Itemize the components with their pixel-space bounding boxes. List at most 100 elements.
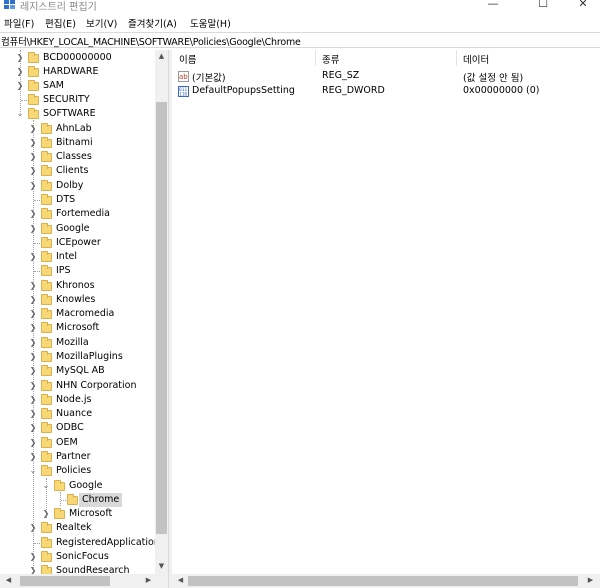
- scroll-left-icon[interactable]: ◀: [174, 576, 187, 584]
- tree-item-fortemedia[interactable]: ❯ Fortemedia: [0, 207, 160, 221]
- tree-item-clients[interactable]: ❯ Clients: [0, 164, 160, 178]
- tree-item-icepower[interactable]: ICEpower: [0, 236, 160, 250]
- chevron-right-icon[interactable]: ❯: [29, 336, 37, 350]
- scroll-left-icon[interactable]: ◀: [2, 576, 15, 584]
- chevron-right-icon[interactable]: ❯: [29, 450, 37, 464]
- tree-item-microsoft[interactable]: ❯ Microsoft: [0, 321, 160, 335]
- tree-item-odbc[interactable]: ❯ ODBC: [0, 421, 160, 435]
- tree-item-policies-google[interactable]: ⌄ Google: [0, 479, 160, 493]
- tree-item-label: NHN Corporation: [56, 380, 137, 391]
- chevron-right-icon[interactable]: ❯: [29, 150, 37, 164]
- chevron-right-icon[interactable]: ❯: [29, 421, 37, 435]
- folder-icon: [41, 194, 52, 205]
- tree-item-software[interactable]: ⌄ SOFTWARE: [0, 107, 160, 121]
- chevron-right-icon[interactable]: ❯: [29, 364, 37, 378]
- chevron-right-icon[interactable]: ❯: [29, 164, 37, 178]
- tree-item-classes[interactable]: ❯ Classes: [0, 150, 160, 164]
- tree-vertical-scrollbar[interactable]: ▲ ▼: [155, 50, 168, 574]
- chevron-right-icon[interactable]: ❯: [29, 379, 37, 393]
- tree-item-ips[interactable]: IPS: [0, 264, 160, 278]
- tree-item-sam[interactable]: ❯ SAM: [0, 79, 160, 93]
- close-icon[interactable]: ✕: [568, 0, 598, 10]
- chevron-down-icon[interactable]: ⌄: [42, 479, 50, 493]
- tree-item-partner[interactable]: ❯ Partner: [0, 450, 160, 464]
- list-horizontal-scrollbar[interactable]: ◀ ▶: [172, 574, 600, 588]
- tree-item-mysql[interactable]: ❯ MySQL AB: [0, 364, 160, 378]
- key-tree[interactable]: ❯ BCD00000000 ❯ HARDWARE ❯ SAM SECURITY …: [0, 50, 168, 588]
- value-row-default[interactable]: ab (기본값) REG_SZ (값 설정 안 됨): [172, 69, 600, 85]
- tree-item-nhn[interactable]: ❯ NHN Corporation: [0, 379, 160, 393]
- chevron-right-icon[interactable]: ❯: [29, 136, 37, 150]
- tree-horizontal-scrollbar[interactable]: ◀ ▶: [0, 574, 168, 588]
- column-type-header[interactable]: 종류: [322, 52, 339, 66]
- tree-item-oem[interactable]: ❯ OEM: [0, 436, 160, 450]
- chevron-right-icon[interactable]: ❯: [16, 79, 24, 93]
- tree-item-bitnami[interactable]: ❯ Bitnami: [0, 136, 160, 150]
- address-path[interactable]: 컴퓨터\HKEY_LOCAL_MACHINE\SOFTWARE\Policies…: [1, 34, 301, 48]
- tree-item-registeredapplications[interactable]: RegisteredApplications: [0, 536, 165, 550]
- chevron-down-icon[interactable]: ⌄: [16, 107, 24, 121]
- tree-item-khronos[interactable]: ❯ Khronos: [0, 279, 160, 293]
- chevron-right-icon[interactable]: ❯: [29, 407, 37, 421]
- tree-item-dts[interactable]: DTS: [0, 193, 160, 207]
- tree-item-bcd[interactable]: ❯ BCD00000000: [0, 51, 160, 65]
- values-list[interactable]: 이름 종류 데이터 ab (기본값) REG_SZ (값 설정 안 됨) 011…: [172, 50, 600, 588]
- chevron-right-icon[interactable]: ❯: [42, 507, 50, 521]
- scroll-right-icon[interactable]: ▶: [142, 576, 155, 584]
- menu-file[interactable]: 파일(F): [4, 16, 34, 30]
- tree-item-mozilla[interactable]: ❯ Mozilla: [0, 336, 160, 350]
- column-separator[interactable]: [456, 50, 457, 66]
- column-name-header[interactable]: 이름: [179, 52, 196, 66]
- tree-item-mozillaplugins[interactable]: ❯ MozillaPlugins: [0, 350, 160, 364]
- menu-view[interactable]: 보기(V): [86, 16, 117, 30]
- chevron-right-icon[interactable]: ❯: [29, 293, 37, 307]
- scroll-down-icon[interactable]: ▼: [155, 562, 168, 570]
- tree-item-knowles[interactable]: ❯ Knowles: [0, 293, 160, 307]
- tree-item-label: Intel: [56, 251, 78, 262]
- chevron-right-icon[interactable]: ❯: [29, 521, 37, 535]
- chevron-right-icon[interactable]: ❯: [29, 122, 37, 136]
- tree-item-dolby[interactable]: ❯ Dolby: [0, 179, 160, 193]
- tree-item-policies[interactable]: ⌄ Policies: [0, 464, 160, 478]
- chevron-right-icon[interactable]: ❯: [16, 51, 24, 65]
- tree-item-macromedia[interactable]: ❯ Macromedia: [0, 307, 160, 321]
- menu-help[interactable]: 도움말(H): [190, 16, 231, 30]
- tree-item-chrome[interactable]: Chrome: [0, 493, 160, 507]
- address-bar[interactable]: 컴퓨터\HKEY_LOCAL_MACHINE\SOFTWARE\Policies…: [0, 32, 600, 48]
- chevron-right-icon[interactable]: ❯: [29, 393, 37, 407]
- column-data-header[interactable]: 데이터: [463, 52, 489, 66]
- chevron-right-icon[interactable]: ❯: [29, 436, 37, 450]
- chevron-right-icon[interactable]: ❯: [29, 222, 37, 236]
- tree-item-realtek[interactable]: ❯ Realtek: [0, 521, 160, 535]
- tree-item-nodejs[interactable]: ❯ Node.js: [0, 393, 160, 407]
- chevron-right-icon[interactable]: ❯: [29, 550, 37, 564]
- scroll-up-icon[interactable]: ▲: [155, 52, 168, 60]
- minimize-icon[interactable]: —: [478, 0, 508, 10]
- maximize-icon[interactable]: ☐: [528, 0, 558, 10]
- scroll-right-icon[interactable]: ▶: [584, 576, 597, 584]
- chevron-right-icon[interactable]: ❯: [16, 65, 24, 79]
- tree-item-google[interactable]: ❯ Google: [0, 222, 160, 236]
- value-row-defaultpopupssetting[interactable]: 011 110 DefaultPopupsSetting REG_DWORD 0…: [172, 84, 600, 100]
- chevron-right-icon[interactable]: ❯: [29, 350, 37, 364]
- chevron-right-icon[interactable]: ❯: [29, 321, 37, 335]
- menu-edit[interactable]: 편집(E): [45, 16, 76, 30]
- tree-item-policies-microsoft[interactable]: ❯ Microsoft: [0, 507, 160, 521]
- tree-item-nuance[interactable]: ❯ Nuance: [0, 407, 160, 421]
- tree-item-sonicfocus[interactable]: ❯ SonicFocus: [0, 550, 160, 564]
- tree-item-ahnlab[interactable]: ❯ AhnLab: [0, 122, 160, 136]
- chevron-down-icon[interactable]: ⌄: [29, 464, 37, 478]
- tree-item-intel[interactable]: ❯ Intel: [0, 250, 160, 264]
- chevron-right-icon[interactable]: ❯: [29, 179, 37, 193]
- chevron-right-icon[interactable]: ❯: [29, 279, 37, 293]
- tree-item-security[interactable]: SECURITY: [0, 93, 160, 107]
- chevron-right-icon[interactable]: ❯: [29, 207, 37, 221]
- tree-scroll-thumb[interactable]: [156, 102, 167, 534]
- column-separator[interactable]: [315, 50, 316, 66]
- tree-item-hardware[interactable]: ❯ HARDWARE: [0, 65, 160, 79]
- tree-hscroll-thumb[interactable]: [20, 576, 110, 586]
- chevron-right-icon[interactable]: ❯: [29, 307, 37, 321]
- list-hscroll-thumb[interactable]: [188, 576, 578, 586]
- chevron-right-icon[interactable]: ❯: [29, 250, 37, 264]
- menu-favorites[interactable]: 즐겨찾기(A): [128, 16, 177, 30]
